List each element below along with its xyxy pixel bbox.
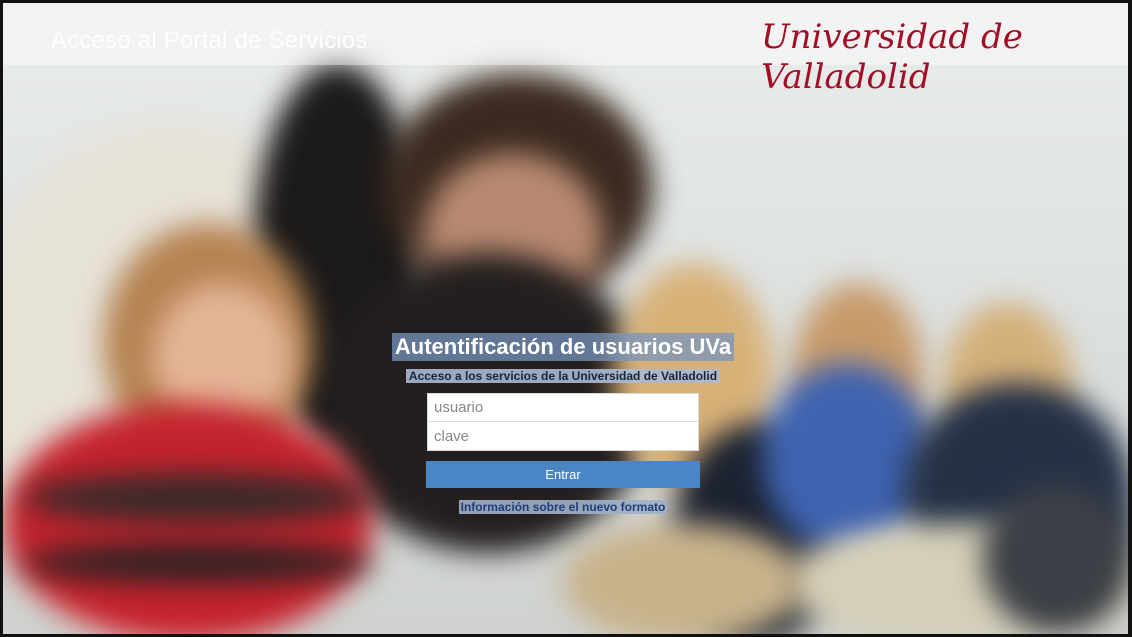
login-subtitle: Acceso a los servicios de la Universidad…: [405, 369, 721, 383]
login-title: Autentificación de usuarios UVa: [391, 333, 735, 361]
login-form: Autentificación de usuarios UVa Acceso a…: [363, 333, 763, 516]
info-link[interactable]: Información sobre el nuevo formato: [458, 500, 668, 514]
portal-title: Acceso al Portal de Servicios: [51, 27, 368, 54]
university-logo[interactable]: Universidad de Valladolid: [761, 17, 1128, 97]
credentials-fields: [363, 393, 763, 451]
submit-button[interactable]: Entrar: [426, 461, 700, 488]
password-input[interactable]: [427, 422, 699, 451]
login-page: Acceso al Portal de Servicios Universida…: [0, 0, 1132, 637]
background-photo: [3, 3, 1128, 634]
username-input[interactable]: [427, 393, 699, 422]
